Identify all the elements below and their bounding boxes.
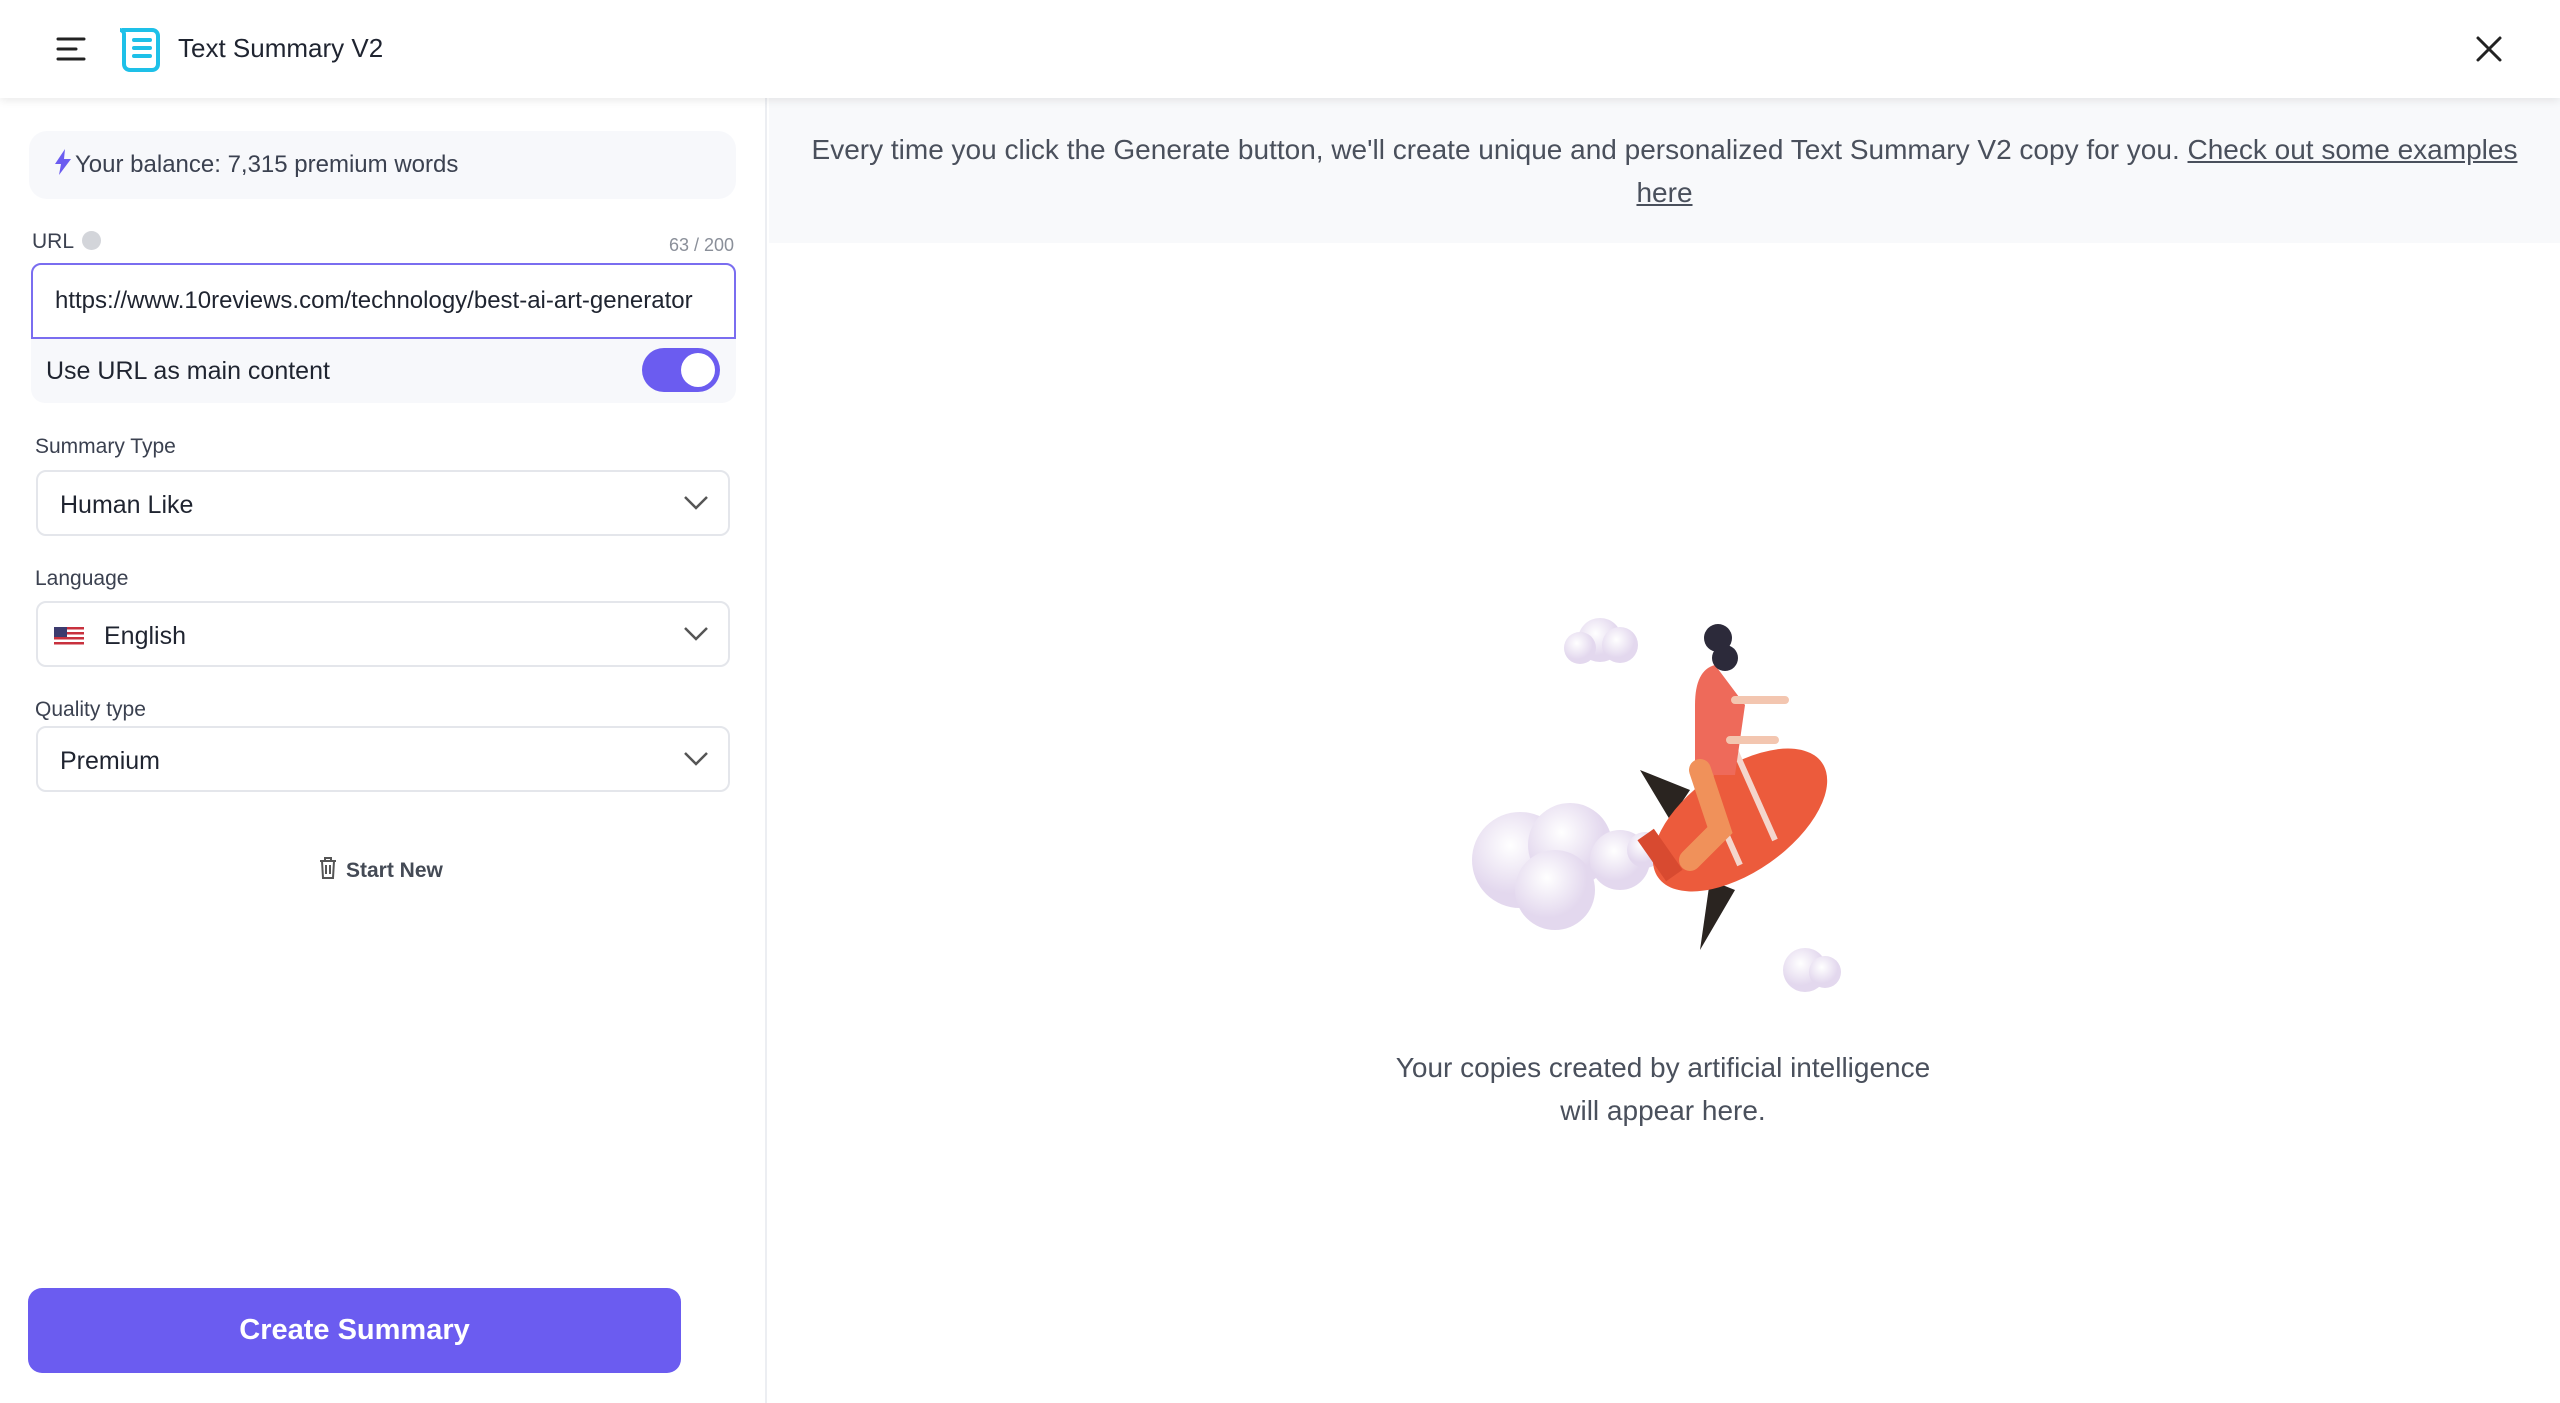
empty-state-caption: Your copies created by artificial intell…	[1263, 1046, 2063, 1132]
summary-type-label: Summary Type	[35, 435, 176, 458]
start-new-label: Start New	[346, 859, 443, 882]
language-value: English	[104, 622, 186, 650]
banner-text: Every time you click the Generate button…	[811, 134, 2188, 165]
info-icon[interactable]	[82, 231, 102, 250]
url-label-text: URL	[32, 230, 75, 253]
hamburger-icon[interactable]	[56, 36, 86, 62]
close-icon[interactable]	[2472, 32, 2506, 66]
caption-line-2: will appear here.	[1560, 1095, 1766, 1126]
quality-value: Premium	[60, 747, 161, 775]
start-new-button[interactable]: Start New	[318, 856, 443, 883]
header: Text Summary V2	[0, 0, 2560, 98]
caption-line-1: Your copies created by artificial intell…	[1395, 1052, 1931, 1083]
use-url-toggle[interactable]	[642, 348, 720, 392]
rocket-illustration	[1472, 618, 1841, 992]
balance-box: Your balance: 7,315 premium words	[29, 131, 736, 199]
chevron-down-icon	[684, 752, 708, 766]
url-input[interactable]: https://www.10reviews.com/technology/bes…	[31, 263, 736, 339]
quality-select[interactable]: Premium	[36, 726, 730, 792]
language-select[interactable]: English	[36, 601, 730, 667]
toggle-knob	[681, 353, 715, 387]
summary-type-value: Human Like	[60, 491, 194, 519]
app-title: Text Summary V2	[178, 33, 384, 63]
toggle-label: Use URL as main content	[46, 357, 330, 385]
balance-text: Your balance: 7,315 premium words	[75, 151, 459, 178]
lightning-icon	[55, 149, 71, 175]
scroll-icon	[119, 28, 160, 72]
us-flag-icon	[54, 627, 84, 647]
char-counter: 63 / 200	[668, 235, 734, 255]
chevron-down-icon	[684, 496, 708, 510]
create-summary-button[interactable]: Create Summary	[28, 1288, 681, 1373]
language-label: Language	[35, 567, 129, 590]
use-url-toggle-row: Use URL as main content	[31, 339, 736, 403]
url-label: URL	[32, 230, 102, 254]
summary-type-select[interactable]: Human Like	[36, 470, 730, 536]
chevron-down-icon	[684, 627, 708, 641]
info-banner: Every time you click the Generate button…	[769, 98, 2560, 243]
quality-label: Quality type	[35, 698, 146, 721]
trash-icon	[320, 857, 336, 879]
settings-panel: Your balance: 7,315 premium words URL 63…	[0, 98, 767, 1403]
